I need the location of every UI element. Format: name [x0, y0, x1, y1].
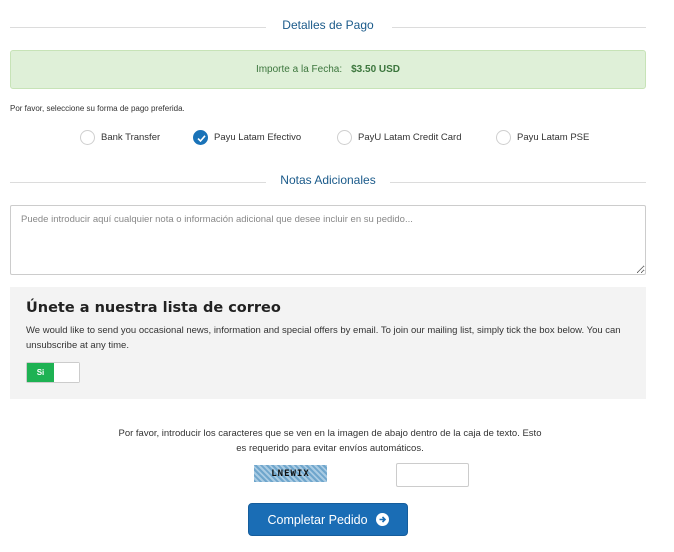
amount-value: $3.50 USD: [351, 64, 401, 75]
notes-title: Notas Adicionales: [266, 173, 390, 187]
notes-section-title: Notas Adicionales: [10, 173, 646, 193]
payment-option-label: Payu Latam Efectivo: [214, 132, 302, 143]
payment-option-bank-transfer[interactable]: Bank Transfer: [80, 130, 160, 145]
amount-due-alert: Importe a la Fecha: $3.50 USD: [10, 50, 646, 89]
radio-circle-icon[interactable]: [80, 130, 95, 145]
amount-label: Importe a la Fecha:: [255, 64, 343, 75]
arrow-circle-right-icon: [375, 513, 389, 526]
payment-section-title: Detalles de Pago: [10, 18, 646, 38]
toggle-knob[interactable]: [54, 363, 79, 382]
radio-circle-icon[interactable]: [337, 130, 352, 145]
payment-option-label: Payu Latam PSE: [517, 132, 590, 143]
complete-order-label: Completar Pedido: [267, 512, 368, 527]
captcha-image-text: LNEWIX: [271, 468, 310, 479]
payment-option-payu-pse[interactable]: Payu Latam PSE: [496, 130, 589, 145]
mailing-list-panel: Únete a nuestra lista de correo We would…: [10, 287, 646, 399]
toggle-on-label: Si: [27, 363, 54, 382]
mailing-list-text: We would like to send you occasional new…: [26, 325, 621, 351]
payment-method-prompt: Por favor, seleccione su forma de pago p…: [10, 104, 185, 113]
captcha-input[interactable]: [396, 463, 469, 487]
captcha-image: LNEWIX: [254, 465, 327, 482]
payment-title: Detalles de Pago: [268, 18, 388, 32]
payment-option-label: PayU Latam Credit Card: [358, 132, 462, 143]
radio-checked-icon[interactable]: [193, 130, 208, 145]
mailing-list-toggle[interactable]: Si: [26, 362, 80, 383]
payment-option-label: Bank Transfer: [101, 132, 161, 143]
payment-option-payu-credit-card[interactable]: PayU Latam Credit Card: [337, 130, 461, 145]
captcha-instructions: Por favor, introducir los caracteres que…: [118, 428, 542, 454]
notes-textarea[interactable]: [10, 205, 646, 275]
payment-option-payu-efectivo[interactable]: Payu Latam Efectivo: [193, 130, 301, 145]
complete-order-button[interactable]: Completar Pedido: [248, 503, 408, 536]
radio-circle-icon[interactable]: [496, 130, 511, 145]
payment-method-group: Bank Transfer Payu Latam Efectivo PayU L…: [0, 130, 674, 148]
mailing-list-heading: Únete a nuestra lista de correo: [26, 300, 281, 316]
